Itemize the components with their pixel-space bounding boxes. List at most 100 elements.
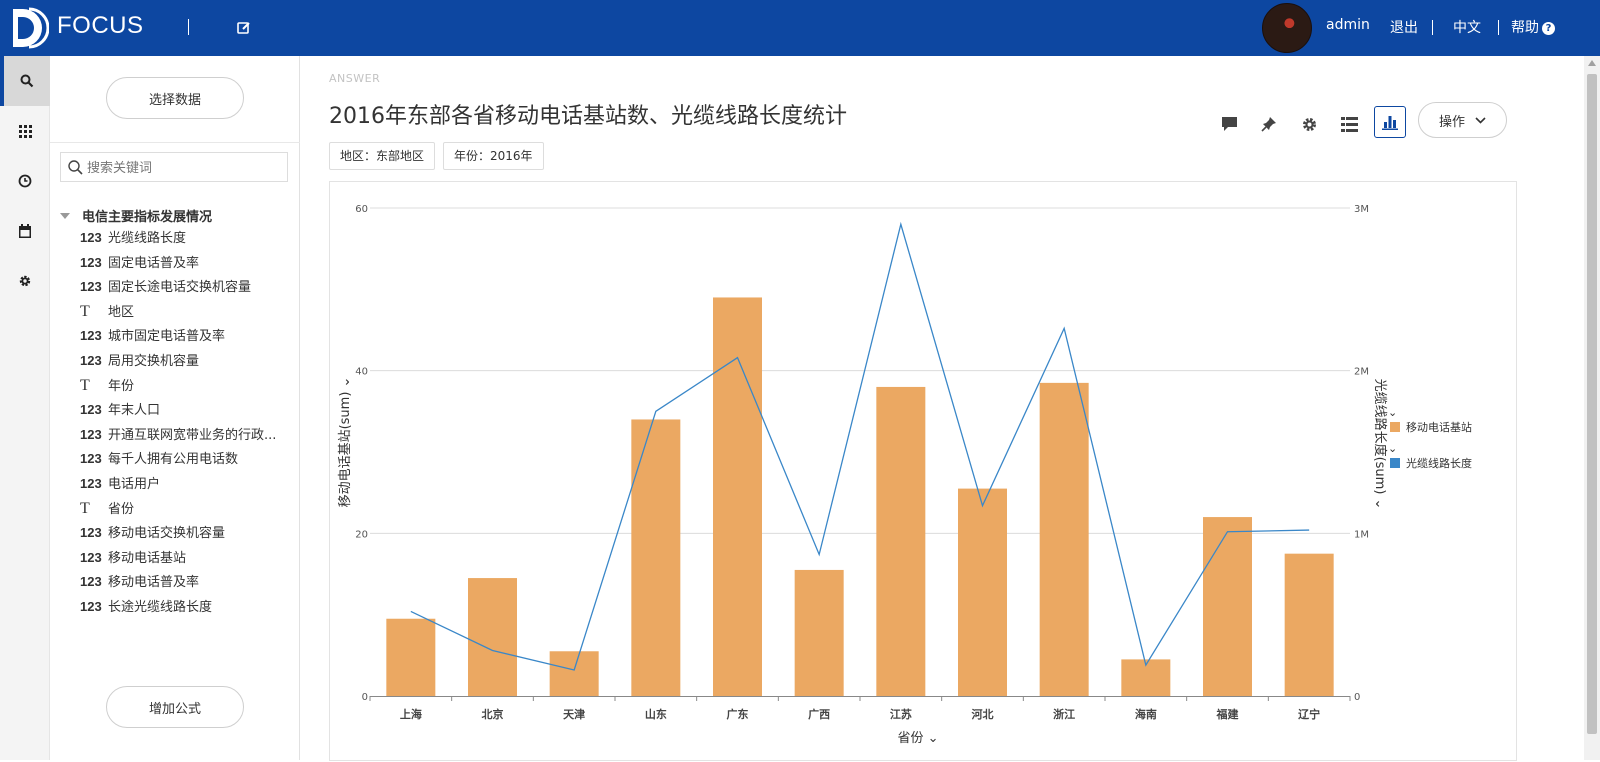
field-name: 电话用户 bbox=[108, 477, 161, 492]
bar bbox=[958, 488, 1007, 696]
divider bbox=[1498, 20, 1499, 35]
avatar[interactable] bbox=[1262, 3, 1312, 53]
list-icon bbox=[1340, 116, 1358, 132]
x-tick-label: 海南 bbox=[1135, 707, 1157, 721]
combo-chart: 0 20 40 60 0 1M 2M 3M 上海 北京 天津 山东 广东 广西 江苏 河北 浙江 海南 福建 辽宁省份… bbox=[338, 204, 1472, 746]
y-tick-label: 0 bbox=[362, 692, 368, 703]
field-item[interactable]: 123 每千人拥有公用电话数 bbox=[80, 448, 290, 470]
y2-tick-label: 0 bbox=[1354, 692, 1360, 703]
nav-settings[interactable] bbox=[0, 256, 50, 306]
y-tick-label: 20 bbox=[355, 529, 368, 540]
field-item[interactable]: 123 光缆线路长度 bbox=[80, 227, 290, 249]
settings-button[interactable] bbox=[1295, 110, 1323, 138]
add-formula-button[interactable]: 增加公式 bbox=[106, 686, 244, 728]
logout-link[interactable]: 退出 bbox=[1390, 17, 1418, 37]
field-item[interactable]: T 省份 bbox=[80, 498, 290, 520]
page-title: 2016年东部各省移动电话基站数、光缆线路长度统计 bbox=[329, 104, 847, 129]
field-name: 年末人口 bbox=[108, 403, 161, 419]
bar bbox=[794, 569, 844, 696]
field-item[interactable]: 123 电话用户 bbox=[80, 473, 290, 495]
y-tick-label: 40 bbox=[355, 367, 368, 378]
operations-dropdown[interactable]: 操作 bbox=[1418, 102, 1507, 138]
divider bbox=[50, 142, 300, 143]
scrollbar[interactable] bbox=[1584, 56, 1600, 760]
field-item[interactable]: 123 长途光缆线路长度 bbox=[80, 596, 290, 618]
legend-chevron-down-icon: ⌄ bbox=[1388, 442, 1397, 455]
field-item[interactable]: 123 局用交换机容量 bbox=[80, 350, 290, 372]
comment-icon bbox=[1221, 117, 1237, 131]
scroll-up-arrow-icon[interactable] bbox=[1588, 60, 1596, 66]
field-item[interactable]: 123 移动电话基站 bbox=[80, 547, 290, 569]
chart-view-button[interactable] bbox=[1374, 106, 1406, 138]
help-label: 帮助 bbox=[1511, 20, 1539, 36]
field-item[interactable]: 123 开通互联网宽带业务的行政... bbox=[80, 424, 290, 446]
field-item[interactable]: 123 年末人口 bbox=[80, 399, 290, 421]
x-tick-label: 广西 bbox=[808, 707, 830, 721]
filter-chip-year[interactable]: 年份：2016年 bbox=[443, 142, 544, 170]
field-name: 城市固定电话普及率 bbox=[108, 329, 226, 345]
help-icon: ? bbox=[1542, 22, 1555, 35]
x-tick-label: 浙江 bbox=[1053, 707, 1075, 721]
number-type-icon: 123 bbox=[80, 549, 102, 565]
focus-logo-icon[interactable] bbox=[9, 7, 49, 49]
comment-button[interactable] bbox=[1215, 110, 1243, 138]
caret-down-icon bbox=[60, 213, 70, 219]
data-panel: 选择数据 电信主要指标发展情况 123 光缆线路长度 123 固定电话普及率 123 固定… bbox=[50, 56, 300, 760]
field-item[interactable]: 123 移动电话交换机容量 bbox=[80, 522, 290, 544]
field-item[interactable]: 123 固定电话普及率 bbox=[80, 252, 290, 274]
text-type-icon: T bbox=[80, 376, 90, 394]
field-name: 固定长途电话交换机容量 bbox=[108, 280, 252, 296]
x-tick-label: 天津 bbox=[563, 707, 585, 721]
search-input[interactable] bbox=[87, 158, 282, 178]
number-type-icon: 123 bbox=[80, 353, 102, 368]
field-item[interactable]: 123 移动电话普及率 bbox=[80, 571, 290, 593]
number-type-icon: 123 bbox=[80, 525, 102, 541]
table-view-button[interactable] bbox=[1335, 110, 1363, 138]
field-name: 省份 bbox=[108, 501, 135, 517]
number-type-icon: 123 bbox=[80, 599, 102, 614]
nav-calendar[interactable] bbox=[0, 206, 50, 256]
number-type-icon: 123 bbox=[80, 476, 102, 491]
main-content: ANSWER 2016年东部各省移动电话基站数、光缆线路长度统计 地区：东部地区… bbox=[301, 56, 1550, 761]
filter-chip-region[interactable]: 地区：东部地区 bbox=[329, 142, 436, 170]
pin-button[interactable] bbox=[1255, 110, 1283, 138]
gear-icon bbox=[1302, 117, 1316, 131]
nav-search[interactable] bbox=[0, 56, 50, 106]
bar bbox=[1284, 553, 1334, 696]
bar bbox=[468, 578, 517, 696]
divider bbox=[188, 19, 189, 35]
legend-label: 移动电话基站 bbox=[1406, 420, 1472, 434]
legend-swatch bbox=[1390, 422, 1400, 432]
chart-container: 0 20 40 60 0 1M 2M 3M 上海 北京 天津 山东 广东 广西 江苏 河北 浙江 海南 福建 辽宁 省份… bbox=[329, 181, 1517, 761]
field-name: 移动电话交换机容量 bbox=[108, 526, 226, 542]
field-name: 移动电话基站 bbox=[108, 550, 187, 566]
field-name: 地区 bbox=[108, 304, 135, 320]
bar bbox=[549, 651, 599, 696]
calendar-icon bbox=[19, 224, 31, 238]
nav-apps[interactable] bbox=[0, 106, 50, 156]
bar bbox=[631, 419, 681, 696]
scroll-thumb[interactable] bbox=[1587, 74, 1597, 734]
field-item[interactable]: T 地区 bbox=[80, 301, 290, 323]
text-type-icon: T bbox=[80, 499, 90, 517]
y2-tick-label: 2M bbox=[1354, 367, 1369, 378]
field-name: 每千人拥有公用电话数 bbox=[108, 452, 239, 468]
bar bbox=[1203, 517, 1252, 696]
text-type-icon: T bbox=[80, 302, 90, 320]
field-item[interactable]: 123 城市固定电话普及率 bbox=[80, 325, 290, 347]
field-group-header[interactable]: 电信主要指标发展情况 bbox=[60, 206, 212, 225]
username-link[interactable]: admin bbox=[1326, 17, 1370, 33]
x-tick-label: 河北 bbox=[972, 707, 994, 721]
select-data-button[interactable]: 选择数据 bbox=[106, 77, 244, 119]
help-link[interactable]: 帮助? bbox=[1511, 17, 1555, 37]
language-link[interactable]: 中文 bbox=[1453, 17, 1481, 37]
y-tick-label: 60 bbox=[355, 204, 368, 215]
search-box bbox=[60, 152, 288, 182]
app-title[interactable]: FOCUS bbox=[57, 12, 144, 40]
edit-icon[interactable] bbox=[236, 20, 252, 36]
field-item[interactable]: 123 固定长途电话交换机容量 bbox=[80, 276, 290, 298]
clock-icon bbox=[18, 174, 32, 188]
number-type-icon: 123 bbox=[80, 279, 102, 295]
nav-history[interactable] bbox=[0, 156, 50, 206]
field-item[interactable]: T 年份 bbox=[80, 375, 290, 397]
